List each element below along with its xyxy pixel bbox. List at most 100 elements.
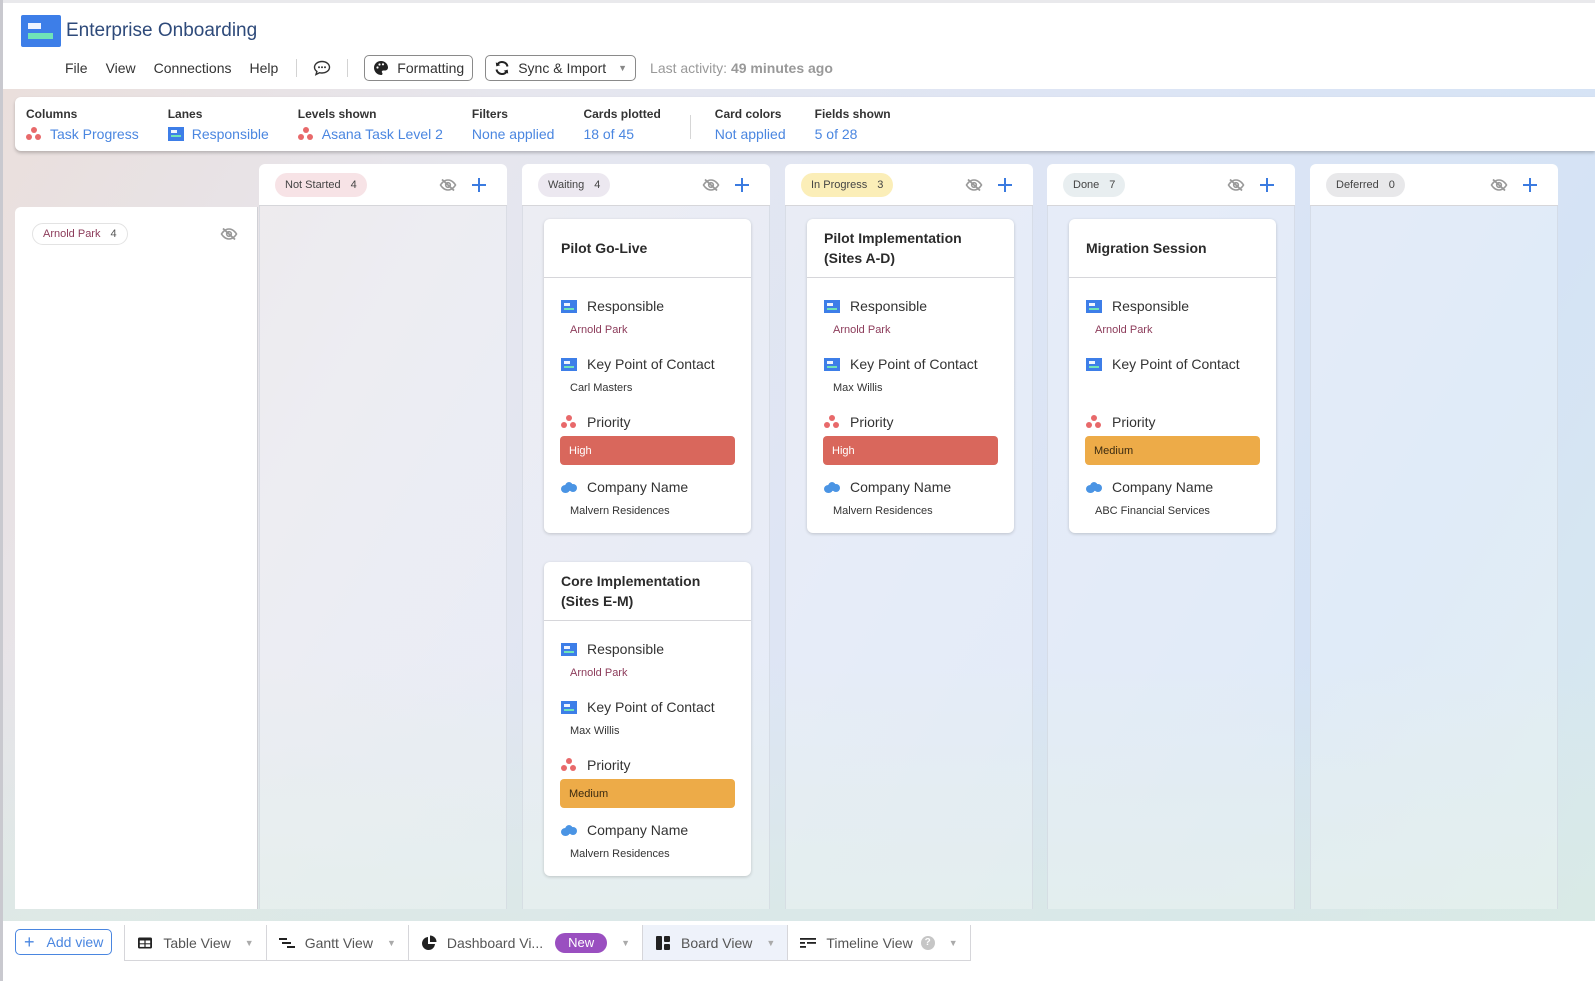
column-body: Migration Session Responsible Arnold Par…	[1047, 206, 1295, 909]
card-title[interactable]: Migration Session	[1069, 219, 1276, 278]
add-card-button[interactable]	[998, 178, 1012, 192]
menu-file[interactable]: File	[65, 60, 88, 76]
tab-label: Gantt View	[304, 934, 373, 951]
setting-value[interactable]: 18 of 45	[583, 124, 634, 144]
task-card[interactable]: Core Implementation (Sites E-M) Responsi…	[544, 562, 751, 876]
window-left-edge	[0, 0, 3, 981]
setting-card-colors[interactable]: Card colors Not applied	[715, 107, 786, 144]
app-title[interactable]: Enterprise Onboarding	[66, 20, 257, 42]
tab-label: Dashboard Vi...	[446, 934, 544, 951]
table-icon	[824, 299, 840, 313]
swimlane-arnold-park: Arnold Park 4	[15, 207, 258, 909]
tab-timeline-view[interactable]: Timeline View ? ▼	[787, 925, 971, 961]
setting-value[interactable]: Responsible	[192, 124, 269, 144]
table-icon	[1086, 299, 1102, 313]
setting-cards-plotted[interactable]: Cards plotted 18 of 45	[583, 107, 660, 144]
setting-label: Columns	[26, 107, 78, 121]
column-count: 3	[877, 179, 884, 191]
task-card[interactable]: Pilot Go-Live Responsible Arnold Park Ke…	[544, 219, 751, 533]
chevron-down-icon[interactable]: ▼	[245, 938, 254, 948]
card-title[interactable]: Core Implementation (Sites E-M)	[544, 562, 751, 621]
column-count: 4	[594, 179, 601, 191]
setting-value[interactable]: Asana Task Level 2	[322, 124, 443, 144]
hide-lane-icon[interactable]	[220, 227, 238, 241]
add-card-button[interactable]	[735, 178, 749, 192]
hide-column-icon[interactable]	[965, 178, 983, 192]
column-status-pill[interactable]: Not Started 4	[275, 173, 367, 197]
card-title[interactable]: Pilot Go-Live	[544, 219, 751, 278]
sync-import-button[interactable]: Sync & Import ▼	[485, 55, 637, 81]
tab-dashboard-view[interactable]: Dashboard Vi... New ▼	[407, 925, 643, 961]
tab-board-view[interactable]: Board View ▼	[642, 925, 788, 961]
field-value-key-contact: Max Willis	[570, 725, 620, 737]
pie-chart-icon	[421, 935, 437, 951]
column-header: Waiting 4	[522, 164, 770, 206]
column-status-pill[interactable]: Waiting 4	[538, 173, 611, 197]
last-activity-label: Last activity:	[650, 60, 728, 76]
add-card-button[interactable]	[1523, 178, 1537, 192]
menu-view[interactable]: View	[106, 60, 136, 76]
setting-fields-shown[interactable]: Fields shown 5 of 28	[815, 107, 891, 144]
last-activity-value: 49 minutes ago	[730, 60, 833, 76]
chevron-down-icon[interactable]: ▼	[621, 938, 630, 948]
hide-column-icon[interactable]	[1490, 178, 1508, 192]
chevron-down-icon[interactable]: ▼	[387, 938, 396, 948]
menu-connections[interactable]: Connections	[154, 60, 232, 76]
tab-table-view[interactable]: Table View ▼	[124, 925, 266, 961]
last-activity: Last activity: 49 minutes ago	[650, 60, 833, 76]
palette-icon	[373, 60, 389, 76]
help-icon[interactable]: ?	[920, 935, 935, 950]
salesforce-cloud-icon	[824, 481, 840, 493]
column-status-pill[interactable]: In Progress 3	[801, 173, 894, 197]
column-name: In Progress	[811, 179, 868, 191]
asana-icon	[297, 127, 314, 141]
field-label-key-contact: Key Point of Contact	[587, 699, 715, 715]
column-in-progress: In Progress 3 Pilot Implementation (Sites…	[785, 164, 1033, 909]
column-name: Done	[1073, 179, 1100, 191]
field-label-priority: Priority	[850, 414, 894, 430]
add-card-button[interactable]	[472, 178, 486, 192]
setting-columns[interactable]: Columns Task Progress	[26, 107, 139, 144]
setting-levels-shown[interactable]: Levels shown Asana Task Level 2	[297, 107, 443, 144]
add-card-button[interactable]	[1260, 178, 1274, 192]
column-status-pill[interactable]: Done 7	[1063, 173, 1126, 197]
view-tabs-bar: + Add view Table View ▼ Gantt View ▼ Dash…	[3, 921, 1595, 981]
column-body: Pilot Go-Live Responsible Arnold Park Ke…	[522, 206, 770, 909]
setting-value[interactable]: None applied	[472, 124, 555, 144]
field-label-priority: Priority	[587, 757, 631, 773]
hide-column-icon[interactable]	[1227, 178, 1245, 192]
menu-divider	[347, 59, 349, 77]
comment-icon[interactable]	[313, 60, 331, 76]
task-card[interactable]: Pilot Implementation (Sites A-D) Respons…	[807, 219, 1014, 533]
setting-value[interactable]: Not applied	[715, 124, 786, 144]
setting-filters[interactable]: Filters None applied	[472, 107, 555, 144]
field-value-company: ABC Financial Services	[1095, 505, 1210, 517]
asana-icon	[26, 127, 42, 141]
chevron-down-icon[interactable]: ▼	[949, 938, 958, 948]
asana-icon	[824, 415, 840, 429]
setting-value[interactable]: 5 of 28	[815, 124, 858, 144]
column-status-pill[interactable]: Deferred 0	[1326, 173, 1405, 197]
lane-label-pill[interactable]: Arnold Park 4	[32, 223, 128, 245]
sync-icon	[494, 60, 510, 76]
tab-gantt-view[interactable]: Gantt View ▼	[265, 925, 408, 961]
setting-value[interactable]: Task Progress	[50, 124, 139, 144]
formatting-button[interactable]: Formatting	[364, 55, 474, 81]
field-label-key-contact: Key Point of Contact	[1112, 356, 1240, 372]
tab-label: Table View	[163, 934, 231, 951]
hide-column-icon[interactable]	[702, 178, 720, 192]
column-header: Done 7	[1047, 164, 1295, 206]
asana-icon	[561, 758, 577, 772]
menu-bar: File View Connections Help Formatting Sy…	[65, 55, 833, 81]
salesforce-cloud-icon	[561, 481, 577, 493]
add-view-button[interactable]: + Add view	[15, 929, 113, 955]
setting-lanes[interactable]: Lanes Responsible	[167, 107, 269, 144]
table-icon	[561, 357, 577, 371]
chevron-down-icon[interactable]: ▼	[766, 938, 775, 948]
task-card[interactable]: Migration Session Responsible Arnold Par…	[1069, 219, 1276, 533]
field-value-key-contact: Max Willis	[833, 382, 883, 394]
hide-column-icon[interactable]	[439, 178, 457, 192]
field-value-company: Malvern Residences	[833, 505, 933, 517]
card-title[interactable]: Pilot Implementation (Sites A-D)	[807, 219, 1014, 278]
menu-help[interactable]: Help	[249, 60, 278, 76]
